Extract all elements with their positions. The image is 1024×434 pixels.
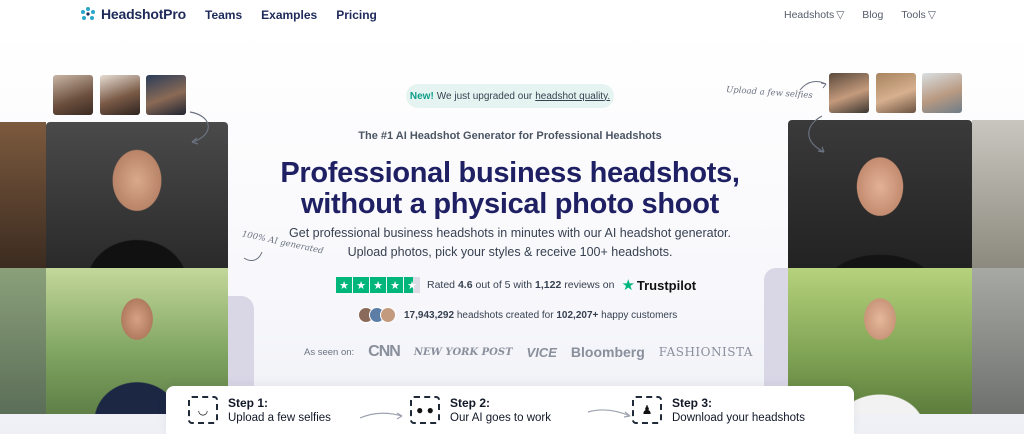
decorative-blob-right [764,268,788,386]
person-scan-icon: ♟ [632,396,662,424]
hero-subtitle: Get professional business headshots in m… [250,224,770,262]
customer-avatars [358,307,396,323]
badge-link[interactable]: headshot quality. [535,91,610,102]
face-scan-icon: ◡ [188,396,218,424]
star-icon: ★ [387,277,403,293]
fashionista-logo: FASHIONISTA [658,345,753,359]
selfie-thumb-1 [53,75,93,115]
trustpilot-rating[interactable]: ★ ★ ★ ★ ★ Rated 4.6 out of 5 with 1,122 … [336,276,696,294]
customer-stats: 17,943,292 headshots created for 102,207… [358,307,677,323]
cnn-logo: CNN [368,343,401,360]
badge-text: We just upgraded our [436,90,533,102]
subtitle-line-2: Upload photos, pick your styles & receiv… [347,245,673,259]
star-icon: ★ [336,277,352,293]
logo[interactable]: HeadshotPro [80,6,186,22]
step-2-desc: Our AI goes to work [450,412,551,424]
star-half-icon: ★ [404,277,420,293]
decorative-blob-left [228,296,254,386]
headshot-photo-partial-1 [0,122,46,268]
headshot-photo-partial-2 [0,268,46,414]
headshots-count: 17,943,292 [404,309,455,321]
stats-mid: headshots created for [456,309,554,321]
vice-logo: VICE [526,344,557,360]
curved-arrow-icon [799,81,827,91]
nav-headshots-label: Headshots [784,9,835,21]
selfie-thumb-2 [100,75,140,115]
curved-arrow-icon [189,111,209,145]
as-seen-on-label: As seen on: [304,346,355,358]
step-1-title: Step 1: [228,396,269,410]
headline-line-1: Professional business headshots, [280,157,740,189]
rating-prefix: Rated [427,279,456,291]
page-title: Professional business headshots, without… [230,158,790,220]
review-count: 1,122 [535,279,562,291]
nav-tools-label: Tools [901,9,926,21]
star-icon: ★ [370,277,386,293]
nypost-logo: NEW YORK POST [413,346,513,358]
chevron-down-icon: ▽ [927,9,936,21]
hero-eyebrow: The #1 AI Headshot Generator for Profess… [358,130,662,142]
logo-icon [81,7,95,20]
announcement-badge[interactable]: New! We just upgraded our headshot quali… [406,84,614,108]
nav-link-blog[interactable]: Blog [862,9,883,21]
top-nav: HeadshotPro Teams Examples Pricing Heads… [0,0,1024,30]
selfie-thumb-5 [876,73,916,113]
rating-mid: out of 5 with [475,279,533,291]
rating-suffix: reviews on [564,279,615,291]
subtitle-line-1: Get professional business headshots in m… [289,226,731,240]
nav-tools-dropdown[interactable]: Tools ▽ [901,9,936,21]
step-3-desc: Download your headshots [672,412,805,424]
arrow-right-icon [359,412,403,420]
arrow-right-icon [587,409,631,418]
rating-text: Rated 4.6 out of 5 with 1,122 reviews on [427,279,614,291]
step-1-desc: Upload a few selfies [228,412,331,424]
star-icon: ★ [353,277,369,293]
headline-line-2: without a physical photo shoot [301,188,719,220]
selfie-thumb-4 [829,73,869,113]
press-logos: As seen on: CNN NEW YORK POST VICE Bloom… [304,343,753,361]
customers-count: 102,207+ [556,309,599,321]
rating-stars: ★ ★ ★ ★ ★ [336,277,420,293]
headshot-photo-partial-3 [972,120,1024,268]
nav-link-examples[interactable]: Examples [261,8,317,22]
steps-bar: ◡ Step 1: Upload a few selfies ● ● Step … [166,386,854,434]
chevron-down-icon: ▽ [836,9,845,21]
selfie-thumb-6 [922,73,962,113]
trustpilot-star-icon: ★ [621,277,635,294]
nav-link-teams[interactable]: Teams [205,8,242,22]
curved-arrow-icon [808,115,825,153]
step-3-title: Step 3: [672,396,713,410]
new-label: New! [409,90,434,102]
nav-link-pricing[interactable]: Pricing [336,8,377,22]
step-2-title: Step 2: [450,396,491,410]
ai-scan-icon: ● ● [410,396,440,424]
step-3: ♟ Step 3: Download your headshots [632,396,854,424]
stats-suffix: happy customers [601,309,678,321]
trustpilot-logo[interactable]: ★ Trustpilot [621,276,696,294]
headshot-photo-partial-4 [972,268,1024,414]
avatar [380,307,396,323]
trustpilot-text: Trustpilot [636,277,697,293]
nav-headshots-dropdown[interactable]: Headshots ▽ [784,9,844,21]
rating-score: 4.6 [457,279,473,291]
logo-text: HeadshotPro [101,6,186,22]
bloomberg-logo: Bloomberg [570,344,645,360]
